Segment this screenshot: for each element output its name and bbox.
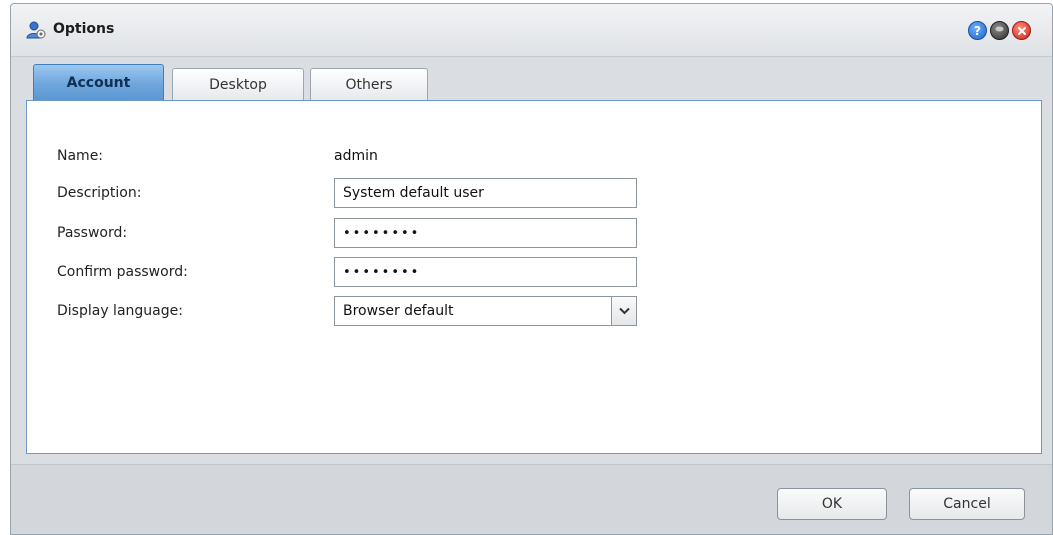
- confirm-password-label: Confirm password:: [57, 264, 188, 280]
- description-value: System default user: [343, 185, 484, 201]
- password-field[interactable]: ••••••••: [334, 218, 637, 248]
- tab-account[interactable]: Account: [33, 64, 164, 100]
- confirm-password-field[interactable]: ••••••••: [334, 257, 637, 287]
- user-settings-icon: [26, 21, 46, 39]
- cancel-button[interactable]: Cancel: [909, 488, 1025, 520]
- name-value: admin: [334, 148, 378, 164]
- title-bar[interactable]: Options ?: [11, 4, 1052, 57]
- language-dropdown-button[interactable]: [611, 297, 636, 325]
- language-label: Display language:: [57, 303, 183, 319]
- close-icon: [1017, 26, 1026, 35]
- tab-others[interactable]: Others: [310, 68, 428, 100]
- password-value: ••••••••: [343, 225, 421, 241]
- dialog-footer: OK Cancel: [11, 464, 1052, 534]
- description-field[interactable]: System default user: [334, 178, 637, 208]
- minimize-button[interactable]: [990, 21, 1009, 40]
- tab-desktop[interactable]: Desktop: [172, 68, 304, 100]
- password-label: Password:: [57, 225, 128, 241]
- close-button[interactable]: [1012, 21, 1031, 40]
- name-label: Name:: [57, 148, 104, 164]
- account-panel: Name: admin Description: System default …: [26, 100, 1042, 454]
- options-dialog: Options ? Account Desktop Others Name: a…: [10, 3, 1053, 535]
- chevron-down-icon: [618, 307, 630, 315]
- description-label: Description:: [57, 185, 142, 201]
- minimize-icon: [995, 26, 1004, 32]
- language-value: Browser default: [343, 303, 454, 319]
- language-select[interactable]: Browser default: [334, 296, 637, 326]
- help-icon: ?: [974, 23, 981, 38]
- confirm-password-value: ••••••••: [343, 264, 421, 280]
- help-button[interactable]: ?: [968, 21, 987, 40]
- window-title: Options: [53, 21, 115, 37]
- ok-button[interactable]: OK: [777, 488, 887, 520]
